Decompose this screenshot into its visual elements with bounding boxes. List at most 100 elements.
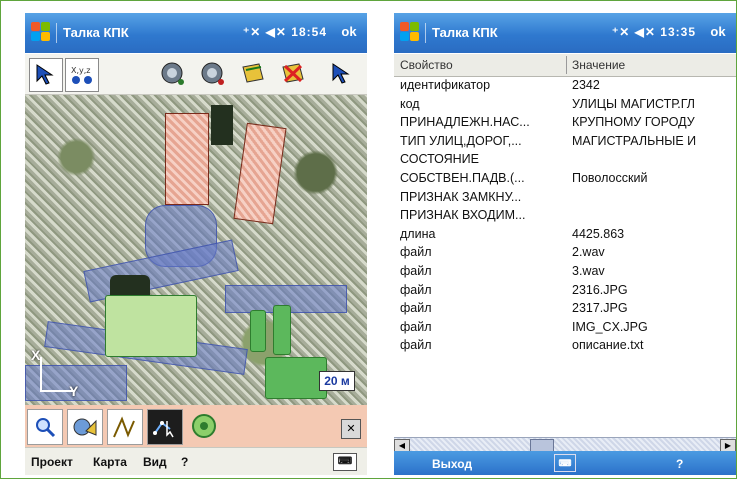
menu-help[interactable]: ? <box>181 455 188 469</box>
table-row[interactable]: файл 2.wav <box>394 245 736 264</box>
map-toolbar: X,y,z <box>25 54 367 95</box>
map-lawn <box>105 295 197 357</box>
status-icons[interactable]: ⁺✕ ◀✕ 13:35 <box>612 25 696 39</box>
menu-project[interactable]: Проект <box>31 455 73 469</box>
column-header-value[interactable]: Значение <box>572 58 625 72</box>
property-value: МАГИСТРАЛЬНЫЕ И <box>572 133 697 148</box>
clock: 13:35 <box>660 25 696 39</box>
select-pointer-icon[interactable] <box>29 58 63 92</box>
scale-bar: 20 м <box>319 371 355 391</box>
windows-start-icon[interactable] <box>31 22 51 42</box>
property-name: файл <box>400 319 432 334</box>
property-name: файл <box>400 245 432 260</box>
property-list: идентификатор 2342 код УЛИЦЫ МАГИСТР.ГЛ ПРИН… <box>394 78 736 357</box>
property-name: длина <box>400 226 436 241</box>
measure-angle-icon[interactable] <box>107 409 143 445</box>
axis-arrows <box>40 357 75 392</box>
connectivity-volume-icons: ⁺✕ ◀✕ <box>242 25 287 39</box>
title-bar: Талка КПК ⁺✕ ◀✕ 18:54 ok <box>25 13 367 53</box>
property-name: файл <box>400 338 432 353</box>
svg-text:X,y,z: X,y,z <box>71 66 91 75</box>
table-header: Свойство Значение <box>394 54 736 77</box>
menu-map[interactable]: Карта <box>93 455 127 469</box>
table-row[interactable]: СОБСТВЕН.ПАДВ.(... Поволосский <box>394 171 736 190</box>
property-value: УЛИЦЫ МАГИСТР.ГЛ <box>572 96 695 111</box>
property-name: идентификатор <box>400 78 491 92</box>
column-separator[interactable] <box>566 56 567 74</box>
edit-nodes-icon[interactable] <box>147 409 183 445</box>
right-device-screen: Талка КПК ⁺✕ ◀✕ 13:35 ok Свойство Значен… <box>394 13 736 475</box>
add-layer-icon[interactable] <box>237 58 269 90</box>
table-row[interactable]: файл 3.wav <box>394 264 736 283</box>
map-view[interactable]: X Y 20 м <box>25 95 367 405</box>
softkey-bar: Выход ⌨ ? <box>394 451 736 475</box>
column-header-property[interactable]: Свойство <box>400 58 453 72</box>
property-name: СОСТОЯНИЕ <box>400 152 479 167</box>
gps-target-icon[interactable] <box>187 409 221 443</box>
property-name: файл <box>400 301 432 316</box>
property-value: 4425.863 <box>572 226 625 241</box>
table-row[interactable]: файл 2316.JPG <box>394 283 736 302</box>
table-row[interactable]: ТИП УЛИЦ,ДОРОГ,... МАГИСТРАЛЬНЫЕ И <box>394 134 736 153</box>
windows-start-icon[interactable] <box>400 22 420 42</box>
delete-layer-icon[interactable] <box>277 58 309 90</box>
connectivity-volume-icons: ⁺✕ ◀✕ <box>611 25 656 39</box>
property-name: ПРИЗНАК ВХОДИМ... <box>400 208 526 223</box>
keyboard-icon[interactable]: ⌨ <box>554 454 576 472</box>
figure-frame: Талка КПК ⁺✕ ◀✕ 18:54 ok X,y,z X Y 20 м … <box>0 0 737 479</box>
table-row[interactable]: ПРИЗНАК ВХОДИМ... <box>394 208 736 227</box>
status-icons[interactable]: ⁺✕ ◀✕ 18:54 <box>243 25 327 39</box>
property-value: 2317.JPG <box>572 301 628 316</box>
map-green-area <box>250 310 266 352</box>
property-value: описание.txt <box>572 338 644 353</box>
map-building-dark <box>211 105 233 145</box>
map-green-area <box>265 357 327 399</box>
map-building <box>233 122 287 225</box>
globe-record-icon[interactable] <box>197 58 229 90</box>
app-title: Талка КПК <box>432 25 498 40</box>
menu-bar: Проект Карта Вид ? ⌨ <box>25 447 367 475</box>
ok-button[interactable]: ok <box>335 21 363 43</box>
app-title: Талка КПК <box>63 25 129 40</box>
table-row[interactable]: СОСТОЯНИЕ <box>394 152 736 171</box>
table-row[interactable]: ПРИЗНАК ЗАМКНУ... <box>394 190 736 209</box>
table-row[interactable]: идентификатор 2342 <box>394 78 736 97</box>
property-value: КРУПНОМУ ГОРОДУ <box>572 115 695 130</box>
map-building <box>165 113 209 205</box>
property-value: IMG_CX.JPG <box>572 319 648 334</box>
property-value: 2316.JPG <box>572 282 628 297</box>
property-name: СОБСТВЕН.ПАДВ.(... <box>400 170 525 185</box>
left-device-screen: Талка КПК ⁺✕ ◀✕ 18:54 ok X,y,z X Y 20 м … <box>25 13 367 475</box>
property-name: ПРИЗНАК ЗАМКНУ... <box>400 189 522 204</box>
property-value: 2.wav <box>572 245 605 260</box>
property-value: 2342 <box>572 78 600 92</box>
property-name: файл <box>400 263 432 278</box>
property-value: 3.wav <box>572 263 605 278</box>
close-icon[interactable]: ✕ <box>341 419 361 439</box>
globe-gps-icon[interactable] <box>157 58 189 90</box>
keyboard-icon[interactable]: ⌨ <box>333 453 357 471</box>
table-row[interactable]: ПРИНАДЛЕЖН.НАС... КРУПНОМУ ГОРОДУ <box>394 115 736 134</box>
map-green-area <box>273 305 291 355</box>
help-softkey[interactable]: ? <box>676 457 683 471</box>
property-name: код <box>400 96 420 111</box>
property-name: файл <box>400 282 432 297</box>
table-row[interactable]: файл описание.txt <box>394 338 736 357</box>
title-bar: Талка КПК ⁺✕ ◀✕ 13:35 ok <box>394 13 736 53</box>
table-row[interactable]: длина 4425.863 <box>394 227 736 246</box>
pointer-arrow-icon[interactable] <box>325 58 357 90</box>
property-value: Поволосский <box>572 170 648 185</box>
title-separator <box>56 23 57 43</box>
title-separator <box>425 23 426 43</box>
magnifier-icon[interactable] <box>27 409 63 445</box>
horizontal-scrollbar[interactable]: ◀ ▶ <box>394 437 736 453</box>
exit-softkey[interactable]: Выход <box>432 457 472 471</box>
clock: 18:54 <box>291 25 327 39</box>
ok-button[interactable]: ok <box>704 21 732 43</box>
xyz-coordinates-icon[interactable]: X,y,z <box>65 58 99 92</box>
map-layers-icon[interactable] <box>67 409 103 445</box>
table-row[interactable]: файл 2317.JPG <box>394 301 736 320</box>
menu-view[interactable]: Вид <box>143 455 167 469</box>
table-row[interactable]: файл IMG_CX.JPG <box>394 320 736 339</box>
table-row[interactable]: код УЛИЦЫ МАГИСТР.ГЛ <box>394 97 736 116</box>
